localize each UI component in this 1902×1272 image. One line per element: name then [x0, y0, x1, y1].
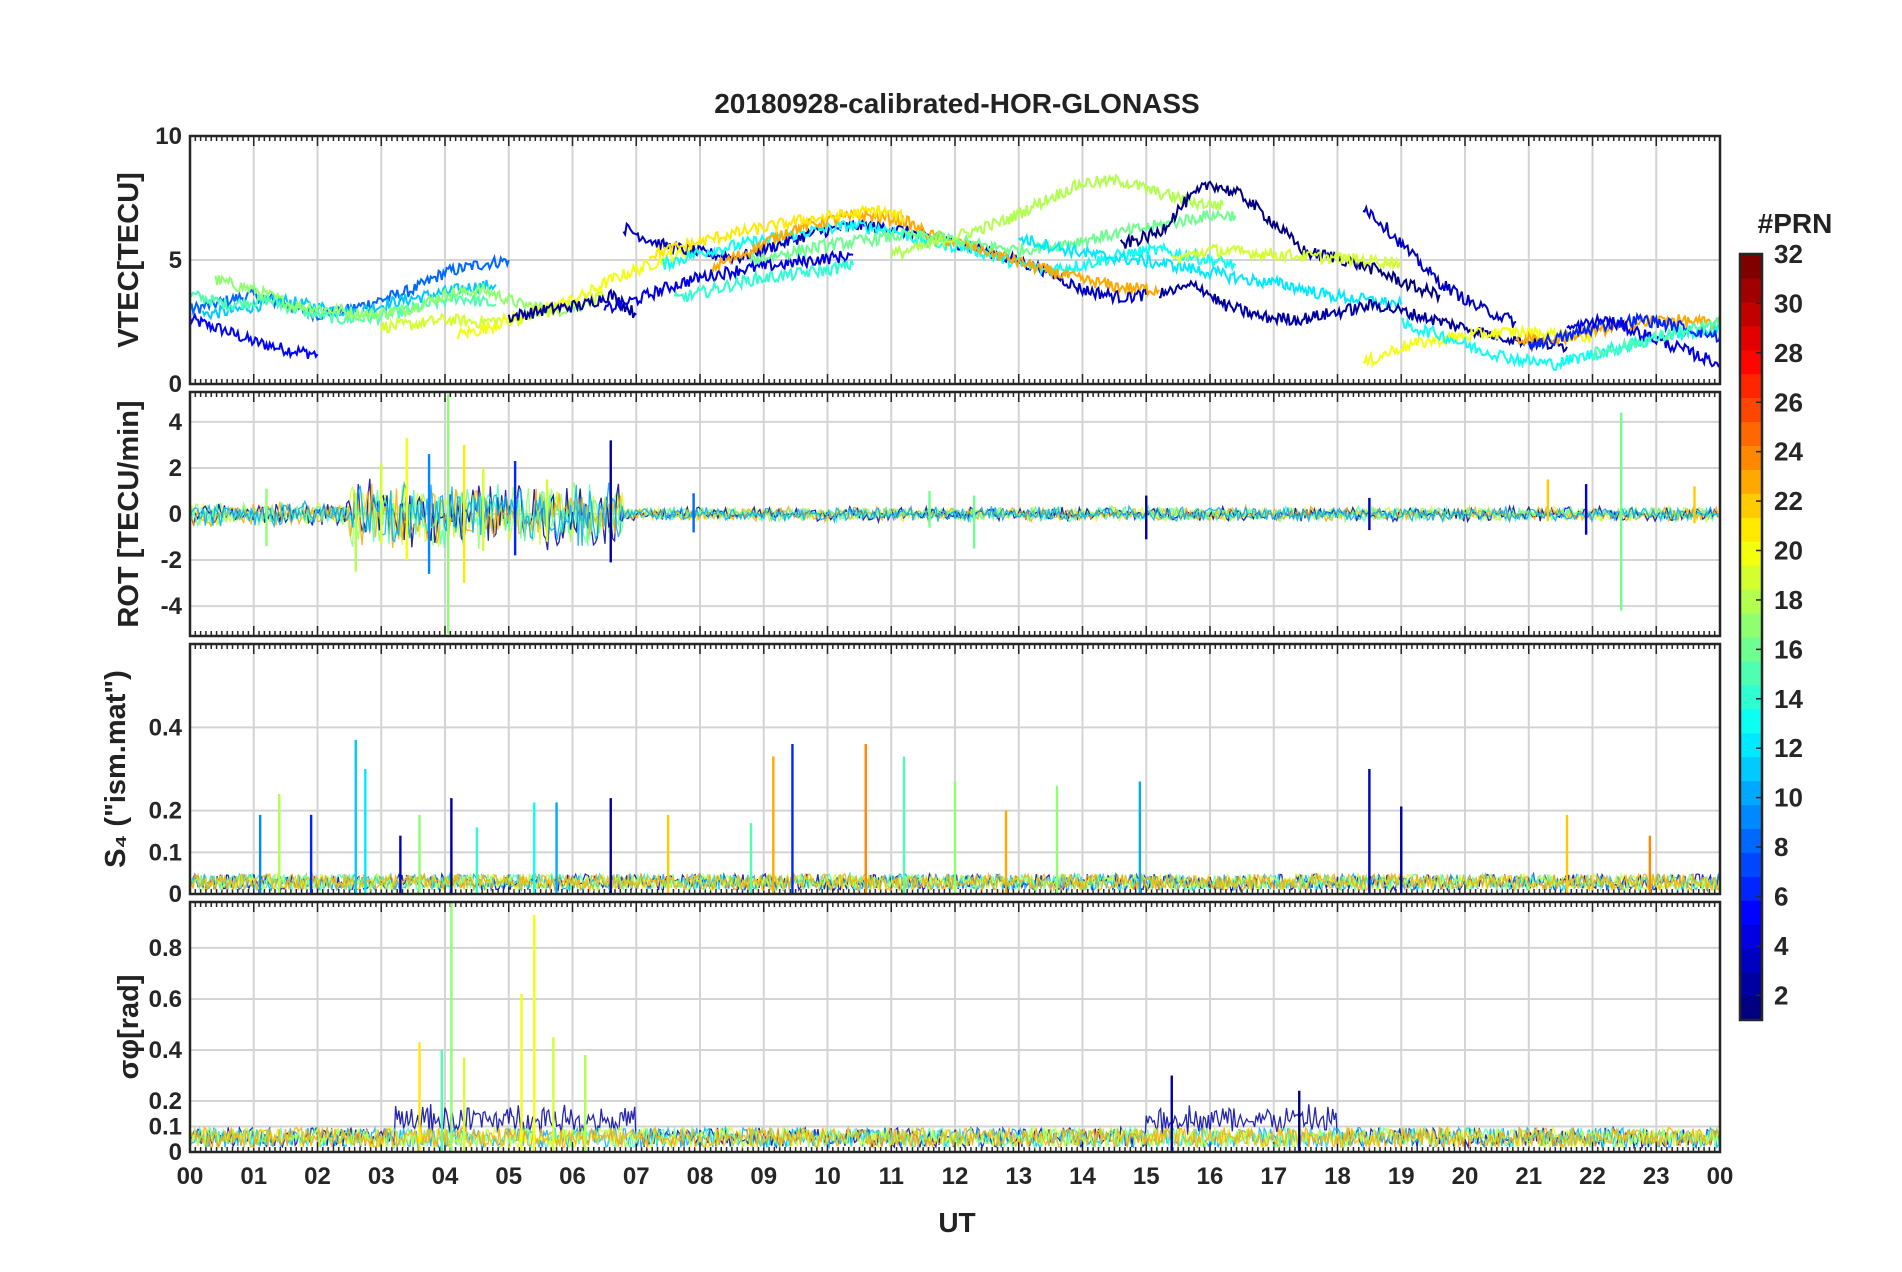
colorbar-tick-label: 20 — [1774, 536, 1803, 566]
colorbar-tick-label: 6 — [1774, 881, 1788, 911]
vtec-series-prn-23-12 — [711, 208, 1160, 298]
s4-y-tick-label: 0.2 — [149, 798, 182, 825]
rot-y-tick-label: -2 — [161, 547, 182, 574]
x-tick-label: 19 — [1388, 1163, 1415, 1190]
colorbar-tick-label: 12 — [1774, 733, 1803, 763]
sigma_phi-y-tick-label: 0.6 — [149, 986, 182, 1013]
x-axis-label: UT — [938, 1207, 975, 1238]
x-tick-label: 06 — [559, 1163, 586, 1190]
colorbar-tick-label: 16 — [1774, 634, 1803, 664]
x-tick-label: 23 — [1643, 1163, 1670, 1190]
s4-y-axis-label: S₄ ("ism.mat") — [100, 670, 132, 868]
rot-y-axis-label: ROT [TECU/min] — [113, 400, 145, 627]
s4-y-tick-label: 0.4 — [149, 714, 183, 741]
colorbar-tick-label: 22 — [1774, 486, 1803, 516]
vtec-grid — [189, 135, 1721, 385]
x-tick-label: 07 — [623, 1163, 650, 1190]
chart-figure: 20180928-calibrated-HOR-GLONASS 0510VTEC… — [100, 88, 1833, 1238]
x-tick-label: 21 — [1515, 1163, 1542, 1190]
colorbar-tick-label: 26 — [1774, 387, 1803, 417]
colorbar-tick-label: 14 — [1774, 684, 1803, 714]
x-tick-label: 13 — [1005, 1163, 1032, 1190]
vtec-series-prn-2-18 — [1159, 279, 1568, 354]
colorbar-tick-label: 10 — [1774, 783, 1803, 813]
colorbar-tick-label: 28 — [1774, 338, 1803, 368]
colorbar-tick-label: 4 — [1774, 931, 1789, 961]
s4-y-tick-label: 0.1 — [149, 839, 182, 866]
x-tick-labels: 00 01 02 03 04 05 06 07 08 09 10 11 12 13 14 15 16 17 18 19… — [177, 1163, 1734, 1190]
x-tick-label: 02 — [304, 1163, 331, 1190]
x-tick-label: 18 — [1324, 1163, 1351, 1190]
colorbar-tick-label: 18 — [1774, 585, 1803, 615]
colorbar: 2468101214161820222426283032 — [1738, 239, 1803, 1022]
colorbar-tick-label: 2 — [1774, 980, 1788, 1010]
x-tick-label: 05 — [495, 1163, 522, 1190]
colorbar-tick-label: 8 — [1774, 832, 1788, 862]
rot-y-tick-label: -4 — [161, 593, 183, 620]
x-tick-label: 00 — [177, 1163, 204, 1190]
x-tick-label: 15 — [1133, 1163, 1160, 1190]
sigma_phi-y-tick-label: 0.1 — [149, 1113, 182, 1140]
vtec-y-tick-label: 0 — [169, 371, 182, 398]
x-tick-label: 09 — [750, 1163, 777, 1190]
x-tick-label: 10 — [814, 1163, 841, 1190]
vtec-y-tick-label: 5 — [169, 247, 182, 274]
x-tick-label: 17 — [1260, 1163, 1287, 1190]
vtec-y-axis-label: VTEC[TECU] — [113, 172, 145, 348]
x-tick-label: 04 — [432, 1163, 459, 1190]
sigma_phi-y-tick-label: 0.4 — [149, 1037, 183, 1064]
panel-rot: -4 -2 0 2 4 ROT [TECU/min] — [113, 390, 1722, 638]
sigma_phi-y-tick-label: 0.2 — [149, 1088, 182, 1115]
sigma_phi-y-axis-label: σφ[rad] — [113, 974, 145, 1079]
x-tick-label: 01 — [240, 1163, 267, 1190]
vtec-y-tick-label: 10 — [155, 123, 182, 150]
x-tick-label: 11 — [879, 1163, 904, 1190]
x-tick-label: 12 — [942, 1163, 969, 1190]
x-tick-label: 00 — [1707, 1163, 1734, 1190]
colorbar-tick-label: 24 — [1774, 437, 1803, 467]
colorbar-title: #PRN — [1758, 208, 1833, 239]
panel-s4: 0 0.1 0.2 0.4 S₄ ("ism.mat") — [100, 642, 1722, 908]
x-tick-label: 14 — [1069, 1163, 1096, 1190]
x-tick-label: 22 — [1579, 1163, 1606, 1190]
panel-vtec: 0 5 10 VTEC[TECU] — [113, 123, 1722, 398]
rot-y-tick-label: 4 — [169, 409, 183, 436]
sigma_phi-y-tick-label: 0 — [169, 1139, 182, 1166]
x-tick-label: 08 — [687, 1163, 714, 1190]
colorbar-tick-label: 32 — [1774, 239, 1803, 269]
chart-title: 20180928-calibrated-HOR-GLONASS — [714, 88, 1200, 119]
rot-y-tick-label: 2 — [169, 455, 182, 482]
panel-sigma_phi: 00.10.2 0.4 0.6 0.8σφ[rad] — [113, 900, 1722, 1166]
x-tick-label: 03 — [368, 1163, 395, 1190]
x-tick-label: 20 — [1452, 1163, 1479, 1190]
rot-y-tick-label: 0 — [169, 501, 182, 528]
colorbar-tick-label: 30 — [1774, 288, 1803, 318]
s4-y-tick-label: 0 — [169, 881, 182, 908]
sigma_phi-y-tick-label: 0.8 — [149, 935, 182, 962]
x-tick-label: 16 — [1197, 1163, 1224, 1190]
